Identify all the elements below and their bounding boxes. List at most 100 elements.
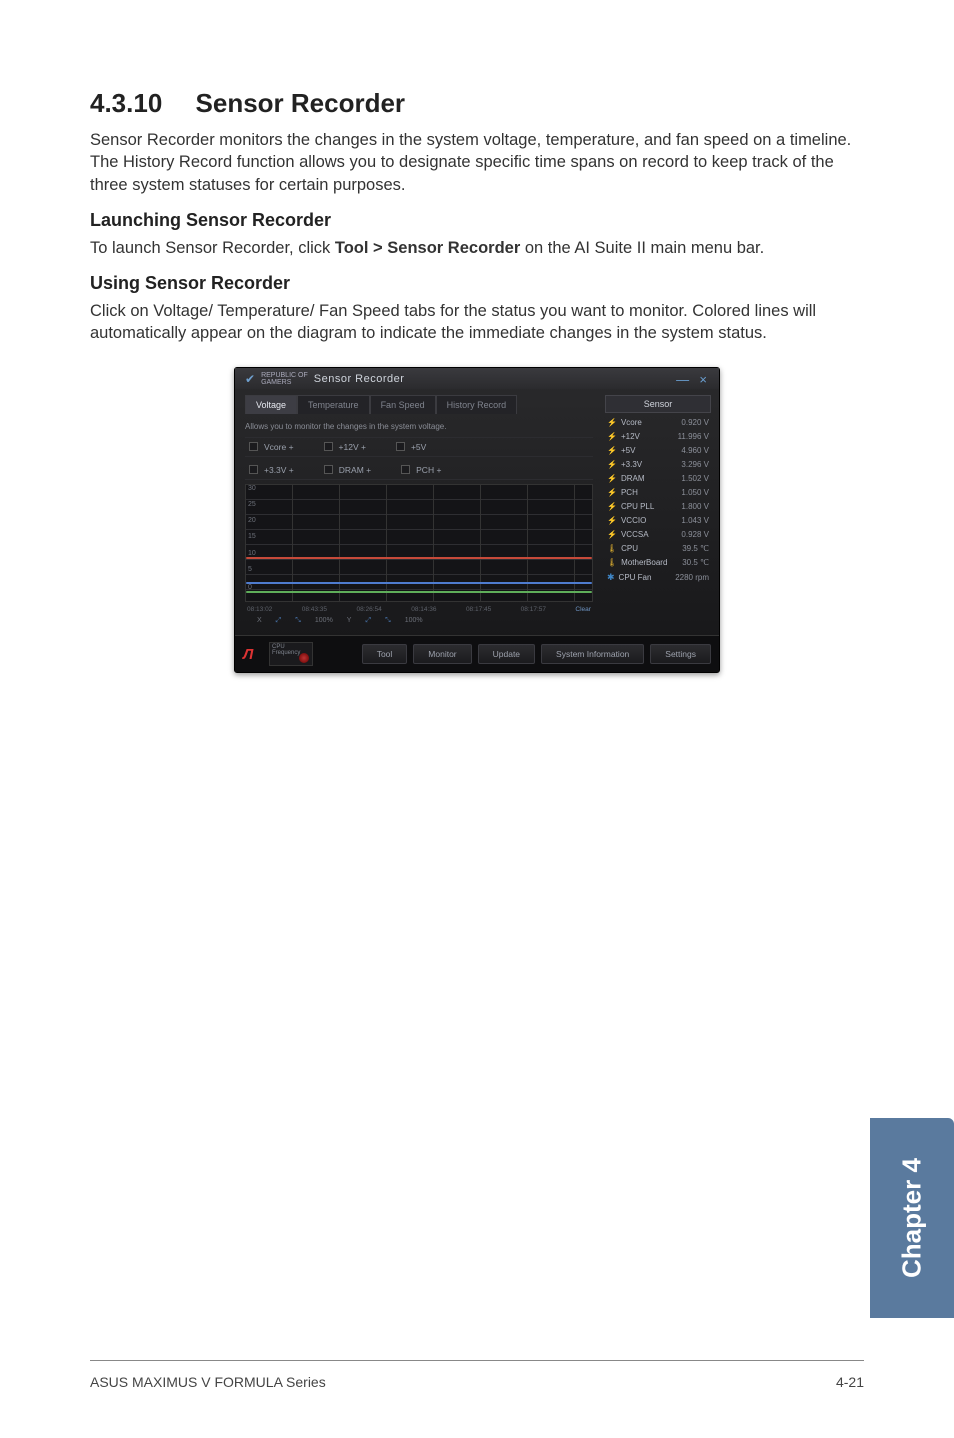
zoom-controls: X ⤢ ⤡ 100% Y ⤢ ⤡ 100% [245, 615, 593, 629]
footer-page-number: 4-21 [836, 1374, 864, 1390]
sensor-row: ✱CPU Fan2280 rpm [605, 571, 711, 584]
monitor-button[interactable]: Monitor [413, 644, 471, 664]
therm-icon: 🌡 [607, 544, 617, 553]
sensor-recorder-window: ✔ REPUBLIC OF GAMERS Sensor Recorder — ×… [234, 367, 720, 673]
checkbox-icon[interactable] [249, 442, 258, 451]
bolt-icon: ⚡ [607, 530, 617, 539]
ytick: 25 [248, 501, 256, 508]
sensor-list: ⚡Vcore0.920 V⚡+12V11.996 V⚡+5V4.960 V⚡+3… [605, 417, 711, 584]
chart-line-3v3 [246, 591, 592, 593]
sensor-row: 🌡 CPU 39.5 ℃ [605, 543, 711, 554]
brand-line1: REPUBLIC OF [261, 372, 308, 379]
zoom-out-icon[interactable]: ⤡ [385, 617, 391, 625]
window-titlebar: ✔ REPUBLIC OF GAMERS Sensor Recorder — × [235, 368, 719, 389]
suite-bottom-bar: Л CPU Frequency Tool Monitor Update Syst… [235, 635, 719, 672]
xtick-row: 08:13:02 08:43:35 08:26:54 08:14:36 08:1… [245, 604, 593, 615]
ytick: 5 [248, 566, 252, 573]
page-footer: ASUS MAXIMUS V FORMULA Series 4-21 [90, 1374, 864, 1390]
chart-line-12v [246, 557, 592, 559]
sensor-row: 🌡 MotherBoard 30.5 ℃ [605, 557, 711, 568]
sensor-panel-header: Sensor [605, 395, 711, 413]
checkbox-icon[interactable] [324, 442, 333, 451]
launch-text-pre: To launch Sensor Recorder, click [90, 239, 335, 257]
tab-strip: Voltage Temperature Fan Speed History Re… [245, 395, 593, 414]
section-title: Sensor Recorder [196, 88, 406, 118]
legend-row-2: +3.3V + DRAM + PCH + [245, 461, 593, 480]
close-button[interactable]: × [695, 372, 711, 387]
rog-check-icon: ✔ [245, 372, 255, 386]
therm-icon: 🌡 [607, 558, 617, 567]
tab-history-record[interactable]: History Record [436, 395, 518, 414]
sensor-row: ⚡+12V11.996 V [605, 431, 711, 442]
sensor-row: ⚡CPU PLL1.800 V [605, 501, 711, 512]
sensor-value: 39.5 ℃ [682, 544, 709, 553]
legend-label: PCH + [416, 465, 441, 475]
sensor-value: 2280 rpm [675, 573, 709, 582]
tab-voltage[interactable]: Voltage [245, 395, 297, 414]
minimize-button[interactable]: — [672, 372, 693, 387]
checkbox-icon[interactable] [324, 465, 333, 474]
legend-item-5v[interactable]: +5V [396, 442, 426, 452]
sensor-value: 4.960 V [681, 446, 709, 455]
sensor-name: +3.3V [621, 460, 642, 469]
brand-line2: GAMERS [261, 379, 308, 386]
tab-temperature[interactable]: Temperature [297, 395, 370, 414]
sensor-name: DRAM [621, 474, 645, 483]
app-title: Sensor Recorder [314, 373, 405, 385]
tool-button[interactable]: Tool [362, 644, 408, 664]
asus-logo-icon: Л [243, 646, 263, 662]
legend-item-pch[interactable]: PCH + [401, 465, 441, 475]
sensor-name: MotherBoard [621, 558, 667, 567]
ytick: 30 [248, 485, 256, 492]
using-subheading: Using Sensor Recorder [90, 273, 864, 294]
xtick: 08:17:57 [521, 606, 546, 613]
sensor-row: ⚡DRAM1.502 V [605, 473, 711, 484]
bolt-icon: ⚡ [607, 516, 617, 525]
legend-item-vcore[interactable]: Vcore + [249, 442, 294, 452]
thumb-label: CPU Frequency [270, 643, 312, 657]
legend-label: Vcore + [264, 442, 294, 452]
update-button[interactable]: Update [478, 644, 535, 664]
legend-label: +3.3V + [264, 465, 294, 475]
cpu-freq-thumbnail[interactable]: CPU Frequency [269, 642, 313, 666]
sensor-value: 1.800 V [681, 502, 709, 511]
settings-button[interactable]: Settings [650, 644, 711, 664]
xtick: 08:14:36 [411, 606, 436, 613]
legend-label: +5V [411, 442, 426, 452]
checkbox-icon[interactable] [401, 465, 410, 474]
sensor-row: ⚡+5V4.960 V [605, 445, 711, 456]
zoom-in-icon[interactable]: ⤢ [365, 617, 371, 625]
clear-link[interactable]: Clear [575, 606, 591, 613]
chart-line-5v [246, 582, 592, 584]
zoom-x-value: 100% [315, 617, 333, 624]
zoom-x-label: X [257, 617, 262, 624]
sensor-row: ⚡PCH1.050 V [605, 487, 711, 498]
chapter-side-tab: Chapter 4 [870, 1118, 954, 1318]
sensor-name: PCH [621, 488, 638, 497]
xtick: 08:43:35 [302, 606, 327, 613]
launch-text-bold: Tool > Sensor Recorder [335, 239, 520, 257]
voltage-chart: 30 25 20 15 10 5 0 [245, 484, 593, 602]
bolt-icon: ⚡ [607, 502, 617, 511]
sensor-value: 1.502 V [681, 474, 709, 483]
sensor-value: 11.996 V [678, 432, 709, 441]
sensor-value: 30.5 ℃ [682, 558, 709, 567]
tab-fan-speed[interactable]: Fan Speed [370, 395, 436, 414]
launch-text-post: on the AI Suite II main menu bar. [520, 239, 764, 257]
bolt-icon: ⚡ [607, 446, 617, 455]
intro-paragraph: Sensor Recorder monitors the changes in … [90, 129, 864, 196]
xtick: 08:26:54 [356, 606, 381, 613]
sensor-name: CPU [621, 544, 638, 553]
launch-subheading: Launching Sensor Recorder [90, 210, 864, 231]
zoom-out-icon[interactable]: ⤡ [295, 617, 301, 625]
legend-item-12v[interactable]: +12V + [324, 442, 366, 452]
zoom-in-icon[interactable]: ⤢ [276, 617, 282, 625]
legend-item-dram[interactable]: DRAM + [324, 465, 371, 475]
sensor-value: 0.928 V [681, 530, 709, 539]
system-info-button[interactable]: System Information [541, 644, 644, 664]
checkbox-icon[interactable] [249, 465, 258, 474]
legend-item-3v3[interactable]: +3.3V + [249, 465, 294, 475]
section-number: 4.3.10 [90, 88, 162, 118]
zoom-y-label: Y [347, 617, 352, 624]
checkbox-icon[interactable] [396, 442, 405, 451]
